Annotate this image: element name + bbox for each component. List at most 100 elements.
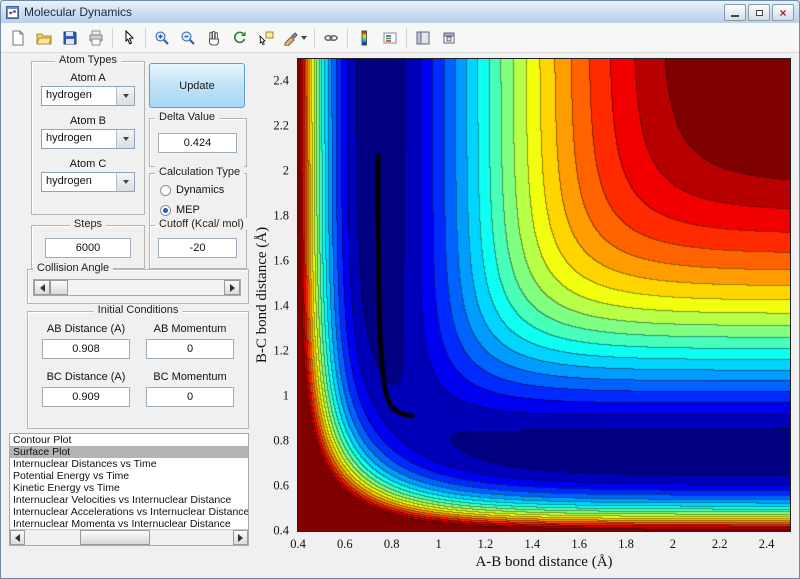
minimize-button[interactable] <box>724 4 746 21</box>
list-item[interactable]: Internuclear Velocities vs Internuclear … <box>10 494 248 506</box>
dock-figure-button[interactable] <box>437 26 461 50</box>
rotate-3d-button[interactable] <box>228 26 252 50</box>
zoom-in-icon <box>155 31 169 45</box>
titlebar[interactable]: Molecular Dynamics × <box>1 1 799 24</box>
slider-left-arrow[interactable] <box>34 280 50 295</box>
panel-title: Calculation Type <box>155 166 245 178</box>
data-cursor-button[interactable] <box>254 26 278 50</box>
restore-button[interactable] <box>748 4 770 21</box>
x-tick-label: 0.6 <box>337 537 353 551</box>
radio-icon[interactable] <box>160 204 171 216</box>
x-tick-label: 2 <box>669 537 676 551</box>
chevron-down-icon[interactable] <box>116 87 134 105</box>
y-tick-label: 0.4 <box>273 523 289 538</box>
radio-dynamics-label: Dynamics <box>176 184 225 196</box>
print-figure-icon <box>89 30 103 45</box>
update-button[interactable]: Update <box>149 63 245 108</box>
edit-plot-icon <box>125 29 135 44</box>
cutoff-panel: Cutoff (Kcal/ mol) <box>149 218 248 269</box>
delta-value-panel: Delta Value <box>149 111 247 167</box>
list-item[interactable]: Internuclear Accelerations vs Internucle… <box>10 506 248 518</box>
initial-conditions-panel: Initial Conditions AB Distance (A) AB Mo… <box>27 304 249 429</box>
insert-colorbar-button[interactable] <box>352 26 376 50</box>
brush-icon <box>284 31 298 46</box>
data-cursor-icon <box>259 31 274 45</box>
radio-dynamics[interactable]: Dynamics <box>160 184 224 196</box>
rotate-3d-icon <box>234 31 246 43</box>
edit-plot-button[interactable] <box>117 26 141 50</box>
x-tick-label: 2.2 <box>711 537 728 551</box>
hide-plot-tools-button[interactable] <box>411 26 435 50</box>
link-plot-button[interactable] <box>319 26 343 50</box>
chevron-down-icon <box>301 35 307 40</box>
chevron-down-icon[interactable] <box>116 130 134 148</box>
ab-distance-label: AB Distance (A) <box>46 323 126 335</box>
radio-mep-label: MEP <box>176 204 200 216</box>
radio-mep[interactable]: MEP <box>160 204 200 216</box>
atom-b-select[interactable]: hydrogen <box>41 129 135 149</box>
panel-title: Initial Conditions <box>93 304 183 316</box>
insert-legend-button[interactable] <box>378 26 402 50</box>
toolbar-separator <box>314 27 315 48</box>
arrow-right-icon <box>229 283 235 292</box>
scroll-left-button[interactable] <box>10 530 25 545</box>
atom-a-select[interactable]: hydrogen <box>41 86 135 106</box>
list-item[interactable]: Kinetic Energy vs Time <box>10 482 248 494</box>
new-figure-button[interactable] <box>6 26 30 50</box>
y-tick-label: 1.8 <box>273 208 289 223</box>
collision-angle-panel: Collision Angle <box>27 262 249 304</box>
list-item[interactable]: Surface Plot <box>10 446 248 458</box>
list-item[interactable]: Potential Energy vs Time <box>10 470 248 482</box>
y-tick-label: 1.2 <box>273 343 289 358</box>
ab-distance-input[interactable] <box>42 339 130 359</box>
listbox-horizontal-scrollbar[interactable] <box>10 529 248 545</box>
app-window: Molecular Dynamics × Atom Types Atom A h… <box>0 0 800 579</box>
y-tick-label: 2.4 <box>273 73 289 88</box>
slider-thumb[interactable] <box>50 280 68 295</box>
open-file-icon <box>36 33 52 44</box>
ab-momentum-input[interactable] <box>146 339 234 359</box>
chevron-down-icon[interactable] <box>116 173 134 191</box>
steps-input[interactable] <box>45 238 131 258</box>
collision-angle-slider[interactable] <box>33 279 241 296</box>
close-button[interactable]: × <box>772 4 794 21</box>
delta-value-input[interactable] <box>158 133 237 153</box>
toolbar-separator <box>406 27 407 48</box>
plot-type-listbox[interactable]: Contour Plot Surface Plot Internuclear Dis… <box>9 433 249 546</box>
close-icon: × <box>779 5 787 20</box>
save-figure-button[interactable] <box>58 26 82 50</box>
bc-momentum-input[interactable] <box>146 387 234 407</box>
open-file-button[interactable] <box>32 26 56 50</box>
x-axis-label: A-B bond distance (Å) <box>475 554 613 570</box>
slider-right-arrow[interactable] <box>224 280 240 295</box>
atom-c-select[interactable]: hydrogen <box>41 172 135 192</box>
restore-icon <box>755 9 763 16</box>
bc-distance-input[interactable] <box>42 387 130 407</box>
x-tick-label: 1.4 <box>524 537 541 551</box>
pan-button[interactable] <box>202 26 226 50</box>
radio-icon[interactable] <box>160 184 171 196</box>
scrollbar-thumb[interactable] <box>80 530 150 545</box>
ab-momentum-label: AB Momentum <box>153 323 227 335</box>
y-tick-label: 1.4 <box>273 298 289 313</box>
atom-b-value: hydrogen <box>46 132 92 144</box>
print-figure-button[interactable] <box>84 26 108 50</box>
zoom-out-icon <box>181 31 195 45</box>
y-tick-label: 1 <box>282 388 289 403</box>
y-tick-label: 0.8 <box>273 433 289 448</box>
cutoff-input[interactable] <box>158 238 237 258</box>
panel-title: Atom Types <box>55 54 121 66</box>
toolbar-separator <box>347 27 348 48</box>
atom-types-panel: Atom Types Atom A hydrogen Atom B hydrog… <box>31 54 145 215</box>
scroll-right-button[interactable] <box>233 530 248 545</box>
zoom-in-button[interactable] <box>150 26 174 50</box>
contour-plot-canvas[interactable] <box>297 58 791 532</box>
figure-toolbar <box>1 23 799 53</box>
list-item[interactable]: Internuclear Distances vs Time <box>10 458 248 470</box>
minimize-icon <box>731 14 739 17</box>
brush-button[interactable] <box>280 26 310 50</box>
toolbar-separator <box>112 27 113 48</box>
zoom-out-button[interactable] <box>176 26 200 50</box>
list-item[interactable]: Contour Plot <box>10 434 248 446</box>
y-tick-label: 2.2 <box>273 118 289 133</box>
